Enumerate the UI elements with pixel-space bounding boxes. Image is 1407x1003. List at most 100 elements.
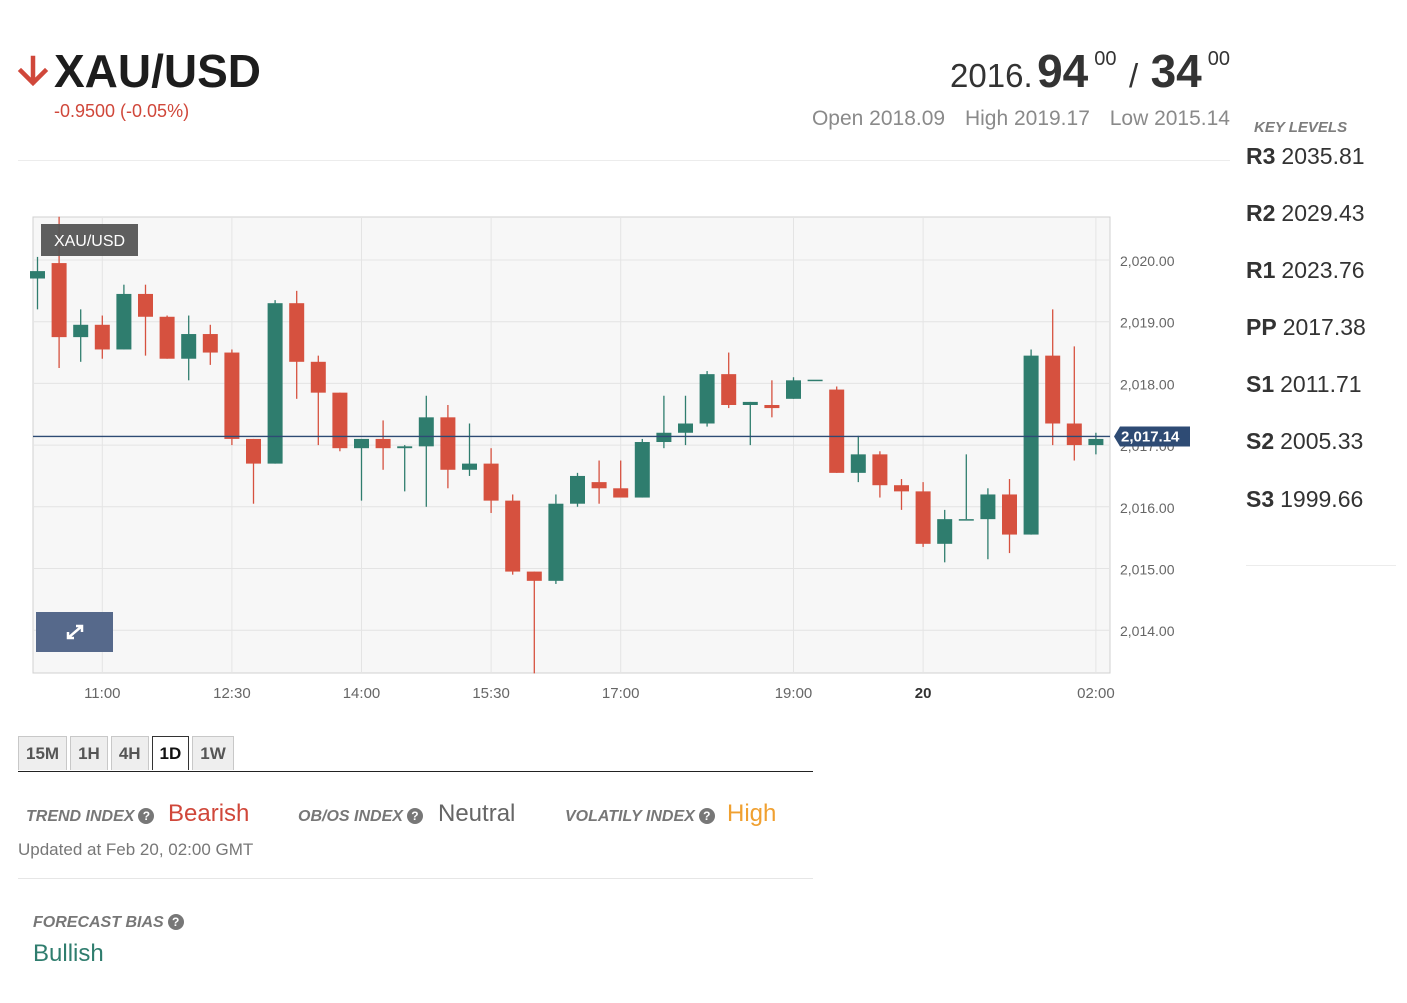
obos-index-text: OB/OS INDEX	[298, 808, 403, 825]
tab-1d[interactable]: 1D	[151, 736, 190, 770]
divider	[18, 878, 813, 879]
candle-body	[937, 519, 953, 544]
candle	[807, 379, 823, 382]
bid-decimals: 00	[1094, 48, 1117, 70]
candle-body	[807, 379, 823, 382]
candle	[224, 349, 240, 446]
candle-body	[224, 352, 240, 439]
candle-body	[764, 404, 780, 409]
x-axis-tick-label: 17:00	[602, 685, 640, 702]
level-value: 2023.76	[1281, 257, 1365, 283]
ask-price: 34	[1150, 45, 1202, 97]
candle	[699, 371, 715, 427]
key-level-pp: PP 2017.38	[1246, 314, 1366, 341]
x-axis-tick-label: 15:30	[472, 685, 510, 702]
level-value: 2017.38	[1282, 314, 1366, 340]
tab-4h[interactable]: 4H	[110, 736, 149, 770]
candle-body	[699, 374, 715, 424]
expand-chart-button[interactable]	[36, 612, 113, 652]
candle-body	[138, 293, 153, 317]
low-value: Low 2015.14	[1109, 107, 1230, 130]
candle-body	[418, 417, 434, 447]
candle-body	[94, 324, 110, 350]
help-icon[interactable]: ?	[167, 914, 184, 930]
key-level-s3: S3 1999.66	[1246, 486, 1363, 513]
volatility-index-value: High	[727, 800, 777, 827]
level-name: S3	[1246, 486, 1275, 512]
bid-ask-price: 2016. 94 00 / 34 00	[950, 44, 1230, 98]
bid-price: 94	[1037, 45, 1089, 97]
volatility-index-text: VOLATILY INDEX	[565, 808, 695, 825]
candle-body	[332, 392, 348, 449]
candle	[634, 438, 650, 498]
price-separator: /	[1128, 57, 1139, 94]
candle-body	[375, 438, 391, 449]
candle	[1023, 349, 1039, 535]
symbol-title: XAU/USD	[54, 45, 262, 97]
expand-icon	[66, 624, 84, 640]
tab-15m[interactable]: 15M	[18, 736, 68, 770]
candle-body	[591, 482, 607, 489]
candle-body	[894, 485, 909, 492]
level-name: R1	[1246, 257, 1276, 283]
level-name: PP	[1246, 314, 1277, 340]
level-value: 2005.33	[1280, 428, 1364, 454]
level-value: 1999.66	[1280, 486, 1364, 512]
x-axis-tick-label: 14:00	[343, 685, 381, 702]
candle-body	[354, 438, 369, 449]
x-axis-tick-label: 02:00	[1077, 685, 1115, 702]
trend-index-label: TREND INDEX?	[26, 808, 155, 826]
candle	[505, 494, 521, 575]
candle	[570, 472, 585, 507]
candle	[116, 284, 132, 350]
candle-body	[1023, 355, 1039, 535]
tab-1w[interactable]: 1W	[192, 736, 234, 770]
price-change: -0.9500 (-0.05%)	[54, 101, 190, 121]
candle-body	[613, 488, 629, 498]
help-icon[interactable]: ?	[698, 808, 715, 824]
candle-body	[1066, 423, 1082, 446]
volatility-index-label: VOLATILY INDEX?	[565, 808, 715, 826]
x-axis-tick-label: 12:30	[213, 685, 251, 702]
candle-body	[483, 463, 499, 501]
forecast-bias-label: FORECAST BIAS?	[33, 914, 184, 932]
candle-body	[570, 475, 585, 504]
candle-body	[958, 519, 974, 521]
x-axis-tick-label: 20	[915, 685, 932, 702]
candle-body	[678, 423, 693, 433]
candle-body	[872, 454, 888, 486]
level-name: R3	[1246, 143, 1276, 169]
key-level-s1: S1 2011.71	[1246, 371, 1362, 398]
candle-body	[181, 334, 197, 359]
candle-body	[1088, 438, 1104, 446]
trend-index-text: TREND INDEX	[26, 808, 135, 825]
y-axis-tick-label: 2,014.00	[1120, 623, 1175, 639]
candle-body	[159, 316, 175, 359]
candle	[159, 315, 175, 359]
level-name: S1	[1246, 371, 1275, 397]
y-axis-tick-label: 2,018.00	[1120, 376, 1175, 392]
current-price-label: 2,017.14	[1121, 428, 1180, 445]
price-integer: 2016.	[950, 57, 1033, 94]
candle-body	[786, 380, 801, 399]
candle-body	[440, 417, 456, 470]
help-icon[interactable]: ?	[406, 808, 423, 824]
key-level-r1: R1 2023.76	[1246, 257, 1365, 284]
ask-decimals: 00	[1207, 48, 1230, 70]
key-level-r2: R2 2029.43	[1246, 200, 1365, 227]
candlestick-chart[interactable]: 2,020.002,019.002,018.002,017.002,016.00…	[0, 200, 1210, 720]
trend-index-value: Bearish	[168, 800, 250, 827]
candle-body	[656, 432, 672, 443]
candle	[332, 392, 348, 452]
candle	[548, 494, 564, 584]
candle-body	[548, 503, 564, 581]
x-axis-tick-label: 19:00	[775, 685, 813, 702]
candle-body	[1045, 355, 1061, 424]
candle-body	[116, 293, 132, 350]
tab-1h[interactable]: 1H	[70, 736, 108, 770]
candle-body	[202, 334, 218, 353]
updated-timestamp: Updated at Feb 20, 02:00 GMT	[18, 840, 254, 859]
x-axis-tick-label: 11:00	[84, 685, 120, 702]
level-value: 2029.43	[1281, 200, 1365, 226]
help-icon[interactable]: ?	[138, 808, 155, 824]
